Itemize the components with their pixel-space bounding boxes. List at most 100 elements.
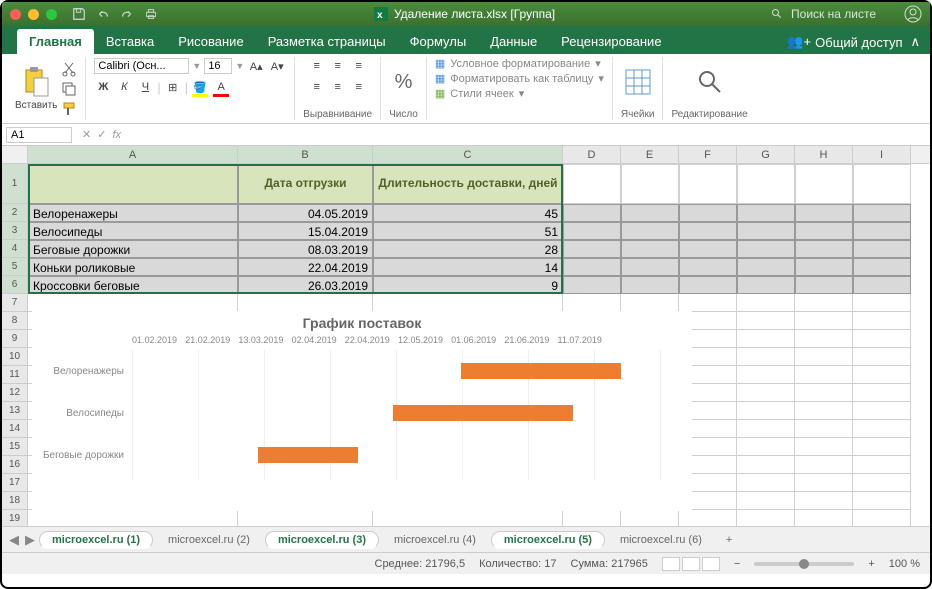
tab-insert[interactable]: Вставка bbox=[94, 29, 166, 54]
fill-color-icon[interactable]: 🪣 bbox=[191, 78, 209, 96]
search-input[interactable]: Поиск на листе bbox=[791, 7, 876, 21]
decrease-font-icon[interactable]: A▾ bbox=[268, 57, 286, 75]
col-header[interactable]: F bbox=[679, 146, 737, 163]
chart[interactable]: График поставок 01.02.201921.02.201913.0… bbox=[32, 311, 692, 511]
cell[interactable]: 22.04.2019 bbox=[238, 258, 373, 276]
row-header[interactable]: 14 bbox=[2, 420, 28, 438]
cell[interactable]: 28 bbox=[373, 240, 563, 258]
sheet-tab[interactable]: microexcel.ru (5) bbox=[491, 531, 605, 549]
minimize-icon[interactable] bbox=[28, 9, 39, 20]
cell[interactable]: Дата отгрузки bbox=[238, 164, 373, 204]
close-icon[interactable] bbox=[10, 9, 21, 20]
enter-fx-icon[interactable]: ✓ bbox=[97, 128, 106, 141]
row-header[interactable]: 12 bbox=[2, 384, 28, 402]
row-header[interactable]: 11 bbox=[2, 366, 28, 384]
cell[interactable]: Кроссовки беговые bbox=[28, 276, 238, 294]
align-center-icon[interactable]: ≡ bbox=[329, 78, 347, 96]
sheet-tab[interactable]: microexcel.ru (3) bbox=[265, 531, 379, 549]
row-header[interactable]: 6 bbox=[2, 276, 28, 294]
conditional-format-button[interactable]: ▦Условное форматирование ▾ bbox=[435, 57, 601, 70]
row-header[interactable]: 18 bbox=[2, 492, 28, 510]
copy-icon[interactable] bbox=[61, 81, 77, 97]
row-header[interactable]: 17 bbox=[2, 474, 28, 492]
cell[interactable]: Коньки роликовые bbox=[28, 258, 238, 276]
format-painter-icon[interactable] bbox=[61, 101, 77, 117]
cell[interactable]: 26.03.2019 bbox=[238, 276, 373, 294]
worksheet-grid[interactable]: A B C D E F G H I 1 Дата отгрузки Длител… bbox=[2, 146, 930, 526]
font-color-icon[interactable]: A bbox=[212, 78, 230, 96]
cells-icon[interactable] bbox=[624, 68, 652, 96]
sheet-tab[interactable]: microexcel.ru (4) bbox=[383, 530, 487, 550]
print-icon[interactable] bbox=[144, 7, 158, 21]
row-header[interactable]: 2 bbox=[2, 204, 28, 222]
row-header[interactable]: 7 bbox=[2, 294, 28, 312]
cancel-fx-icon[interactable]: ✕ bbox=[82, 128, 91, 141]
sheet-tab[interactable]: microexcel.ru (2) bbox=[157, 530, 261, 550]
cell[interactable]: 51 bbox=[373, 222, 563, 240]
cell[interactable]: Велосипеды bbox=[28, 222, 238, 240]
align-right-icon[interactable]: ≡ bbox=[350, 78, 368, 96]
col-header[interactable]: H bbox=[795, 146, 853, 163]
view-mode-buttons[interactable] bbox=[662, 557, 720, 571]
font-size-select[interactable] bbox=[204, 58, 232, 74]
col-header[interactable]: G bbox=[737, 146, 795, 163]
col-header[interactable]: E bbox=[621, 146, 679, 163]
col-header[interactable]: A bbox=[28, 146, 238, 163]
editing-icon[interactable] bbox=[696, 68, 724, 96]
save-icon[interactable] bbox=[72, 7, 86, 21]
cell[interactable]: Длительность доставки, дней bbox=[373, 164, 563, 204]
cell[interactable]: 45 bbox=[373, 204, 563, 222]
cell[interactable]: Беговые дорожки bbox=[28, 240, 238, 258]
zoom-in-button[interactable]: + bbox=[868, 558, 874, 570]
user-icon[interactable] bbox=[904, 5, 922, 23]
sheet-tab[interactable]: microexcel.ru (1) bbox=[39, 531, 153, 549]
row-header[interactable]: 5 bbox=[2, 258, 28, 276]
underline-button[interactable]: Ч bbox=[136, 78, 154, 96]
tab-review[interactable]: Рецензирование bbox=[549, 29, 673, 54]
tab-draw[interactable]: Рисование bbox=[166, 29, 255, 54]
undo-icon[interactable] bbox=[96, 7, 110, 21]
zoom-slider[interactable] bbox=[754, 562, 854, 566]
zoom-out-button[interactable]: − bbox=[734, 558, 740, 570]
cell[interactable]: Велоренажеры bbox=[28, 204, 238, 222]
format-as-table-button[interactable]: ▦Форматировать как таблицу ▾ bbox=[435, 72, 604, 85]
percent-icon[interactable]: % bbox=[395, 71, 413, 94]
row-header[interactable]: 10 bbox=[2, 348, 28, 366]
row-header[interactable]: 19 bbox=[2, 510, 28, 526]
redo-icon[interactable] bbox=[120, 7, 134, 21]
cell[interactable]: 15.04.2019 bbox=[238, 222, 373, 240]
align-mid-icon[interactable]: ≡ bbox=[329, 57, 347, 75]
tab-home[interactable]: Главная bbox=[17, 29, 94, 54]
row-header[interactable]: 15 bbox=[2, 438, 28, 456]
row-header[interactable]: 1 bbox=[2, 164, 28, 204]
tab-layout[interactable]: Разметка страницы bbox=[256, 29, 398, 54]
col-header[interactable]: I bbox=[853, 146, 911, 163]
maximize-icon[interactable] bbox=[46, 9, 57, 20]
cell[interactable]: 9 bbox=[373, 276, 563, 294]
col-header[interactable]: B bbox=[238, 146, 373, 163]
row-header[interactable]: 3 bbox=[2, 222, 28, 240]
align-left-icon[interactable]: ≡ bbox=[308, 78, 326, 96]
collapse-ribbon-icon[interactable]: ∧ bbox=[910, 34, 920, 50]
cell-styles-button[interactable]: ▦Стили ячеек ▾ bbox=[435, 87, 524, 100]
border-icon[interactable]: ⊞ bbox=[164, 78, 182, 96]
cut-icon[interactable] bbox=[61, 61, 77, 77]
tab-data[interactable]: Данные bbox=[478, 29, 549, 54]
col-header[interactable]: D bbox=[563, 146, 621, 163]
row-header[interactable]: 4 bbox=[2, 240, 28, 258]
cell[interactable]: 08.03.2019 bbox=[238, 240, 373, 258]
row-header[interactable]: 8 bbox=[2, 312, 28, 330]
fx-icon[interactable]: fx bbox=[112, 129, 121, 141]
col-header[interactable]: C bbox=[373, 146, 563, 163]
align-top-icon[interactable]: ≡ bbox=[308, 57, 326, 75]
row-header[interactable]: 9 bbox=[2, 330, 28, 348]
paste-button[interactable]: Вставить bbox=[15, 66, 57, 111]
cell[interactable] bbox=[28, 164, 238, 204]
add-sheet-button[interactable]: + bbox=[715, 530, 743, 550]
font-name-select[interactable] bbox=[94, 58, 189, 74]
sheet-tab[interactable]: microexcel.ru (6) bbox=[609, 530, 713, 550]
row-header[interactable]: 13 bbox=[2, 402, 28, 420]
tab-formulas[interactable]: Формулы bbox=[398, 29, 479, 54]
align-bot-icon[interactable]: ≡ bbox=[350, 57, 368, 75]
cell[interactable]: 04.05.2019 bbox=[238, 204, 373, 222]
